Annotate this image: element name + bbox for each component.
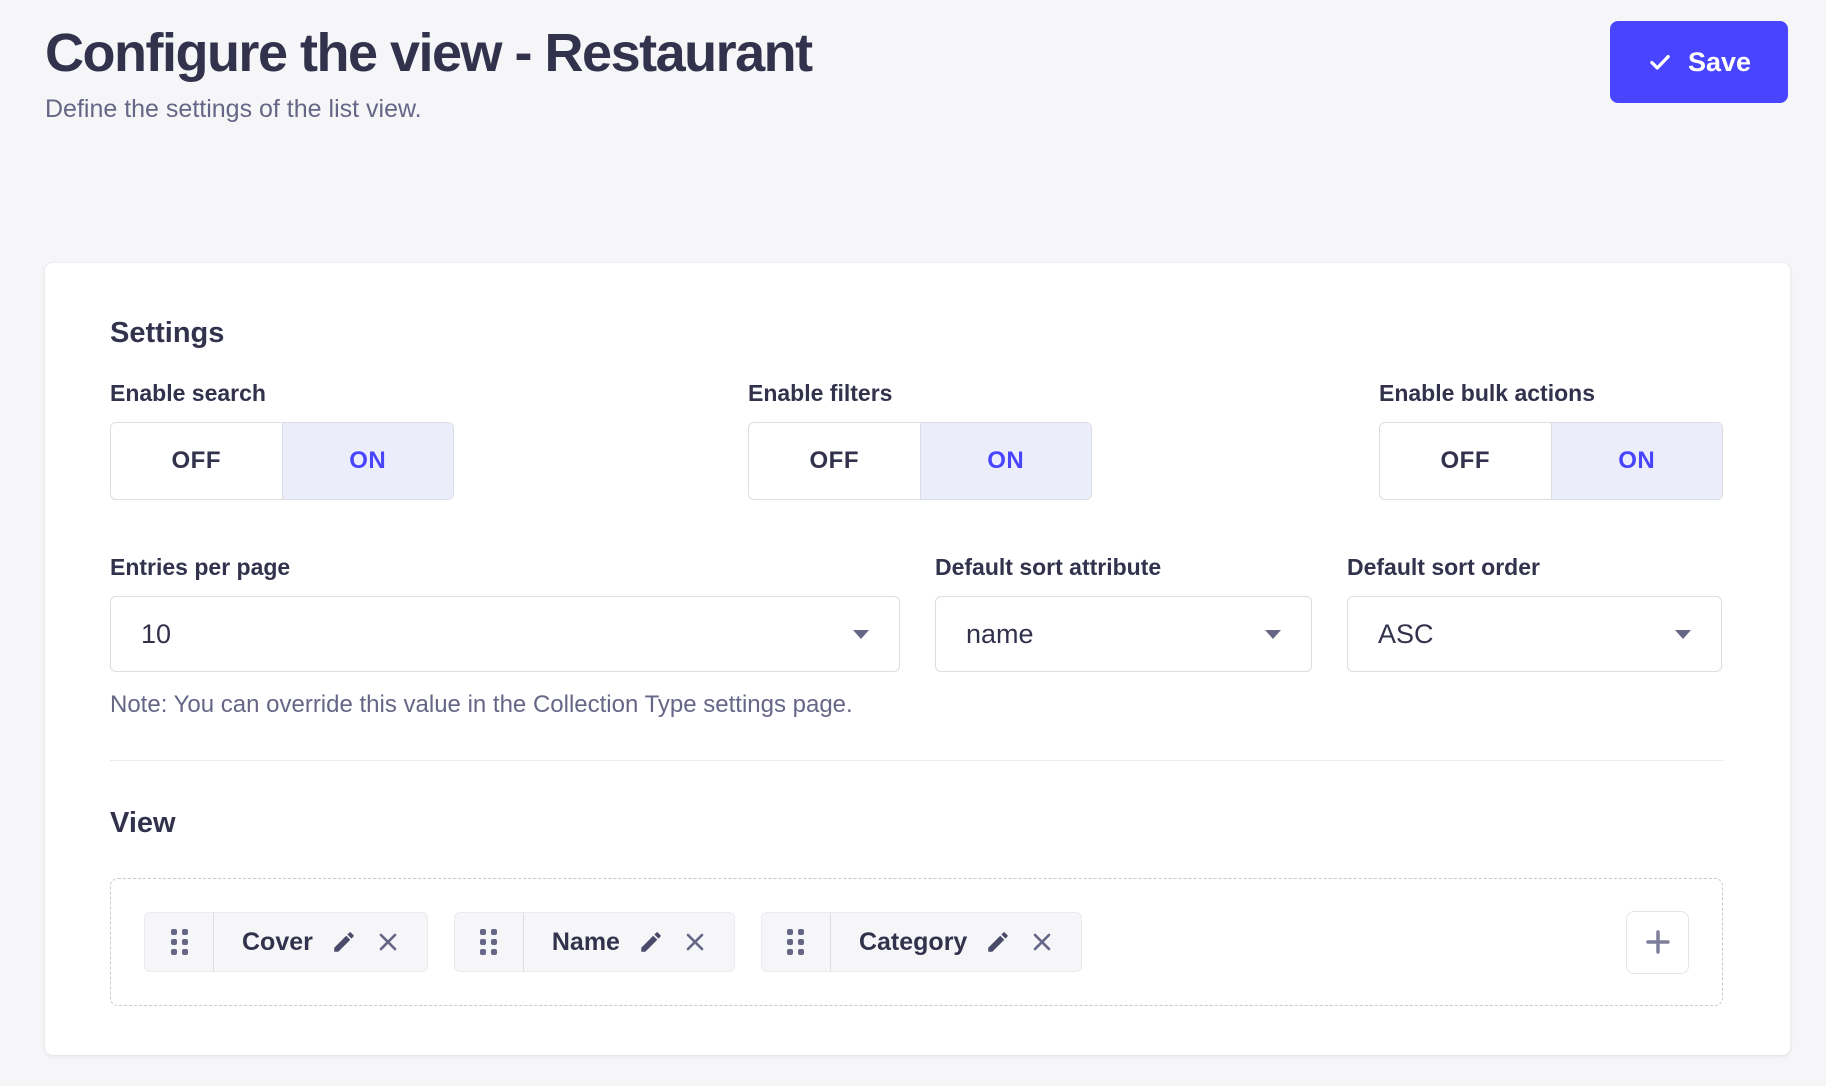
pencil-icon [985,929,1011,955]
default-sort-order-value: ASC [1378,619,1434,650]
field-chip-name[interactable]: Name [454,912,735,972]
drag-handle[interactable] [145,913,214,971]
chevron-down-icon [1675,630,1691,639]
chip-label: Category [859,928,967,957]
enable-bulk-actions-toggle: OFF ON [1379,422,1723,500]
chip-body: Cover [214,928,427,957]
save-button[interactable]: Save [1610,21,1788,103]
check-icon [1647,49,1673,75]
remove-field-button[interactable] [1029,929,1055,955]
enable-bulk-actions-off-option[interactable]: OFF [1380,423,1551,499]
enable-search-on-option[interactable]: ON [282,423,454,499]
edit-field-button[interactable] [331,929,357,955]
field-label: Enable filters [748,378,1379,408]
remove-field-button[interactable] [682,929,708,955]
pencil-icon [331,929,357,955]
drag-handle-icon [480,929,497,955]
drag-handle[interactable] [762,913,831,971]
chip-label: Cover [242,928,313,957]
default-sort-attribute-select[interactable]: name [935,596,1312,672]
x-icon [1029,929,1055,955]
entries-per-page-value: 10 [141,619,171,650]
field-chip-cover[interactable]: Cover [144,912,428,972]
field-enable-bulk-actions: Enable bulk actions OFF ON [1379,378,1723,500]
enable-filters-off-option[interactable]: OFF [749,423,920,499]
entries-per-page-select[interactable]: 10 [110,596,900,672]
selects-row: Entries per page 10 Note: You can overri… [110,552,1723,719]
enable-filters-on-option[interactable]: ON [920,423,1092,499]
save-button-label: Save [1688,47,1751,78]
view-section-heading: View [110,805,1723,841]
edit-field-button[interactable] [985,929,1011,955]
x-icon [682,929,708,955]
x-icon [375,929,401,955]
field-label: Entries per page [110,552,900,582]
drag-handle-icon [787,929,804,955]
field-entries-per-page: Entries per page 10 Note: You can overri… [110,552,900,719]
settings-card: Settings Enable search OFF ON Enable fil… [45,263,1790,1055]
chip-label: Name [552,928,620,957]
section-divider [110,760,1723,761]
drag-handle-icon [171,929,188,955]
default-sort-order-select[interactable]: ASC [1347,596,1722,672]
enable-search-toggle: OFF ON [110,422,454,500]
plus-icon [1642,926,1674,958]
enable-search-off-option[interactable]: OFF [111,423,282,499]
page-title: Configure the view - Restaurant [45,22,1788,84]
field-enable-search: Enable search OFF ON [110,378,748,500]
field-default-sort-attribute: Default sort attribute name [935,552,1312,719]
field-label: Default sort attribute [935,552,1312,582]
remove-field-button[interactable] [375,929,401,955]
field-default-sort-order: Default sort order ASC [1347,552,1722,719]
default-sort-attribute-value: name [966,619,1034,650]
field-enable-filters: Enable filters OFF ON [748,378,1379,500]
page-header: Configure the view - Restaurant Define t… [0,0,1826,124]
toggles-row: Enable search OFF ON Enable filters OFF … [110,378,1723,500]
field-label: Default sort order [1347,552,1722,582]
view-fields-drop-zone: Cover Name [110,878,1723,1006]
enable-bulk-actions-on-option[interactable]: ON [1551,423,1723,499]
add-field-button[interactable] [1626,911,1689,974]
edit-field-button[interactable] [638,929,664,955]
field-label: Enable search [110,378,748,408]
chip-body: Category [831,928,1081,957]
entries-per-page-note: Note: You can override this value in the… [110,690,900,719]
settings-section-heading: Settings [110,315,1723,351]
chevron-down-icon [1265,630,1281,639]
pencil-icon [638,929,664,955]
chevron-down-icon [853,630,869,639]
page-subtitle: Define the settings of the list view. [45,94,1788,124]
chip-body: Name [524,928,734,957]
enable-filters-toggle: OFF ON [748,422,1092,500]
field-chip-category[interactable]: Category [761,912,1082,972]
drag-handle[interactable] [455,913,524,971]
field-label: Enable bulk actions [1379,378,1723,408]
